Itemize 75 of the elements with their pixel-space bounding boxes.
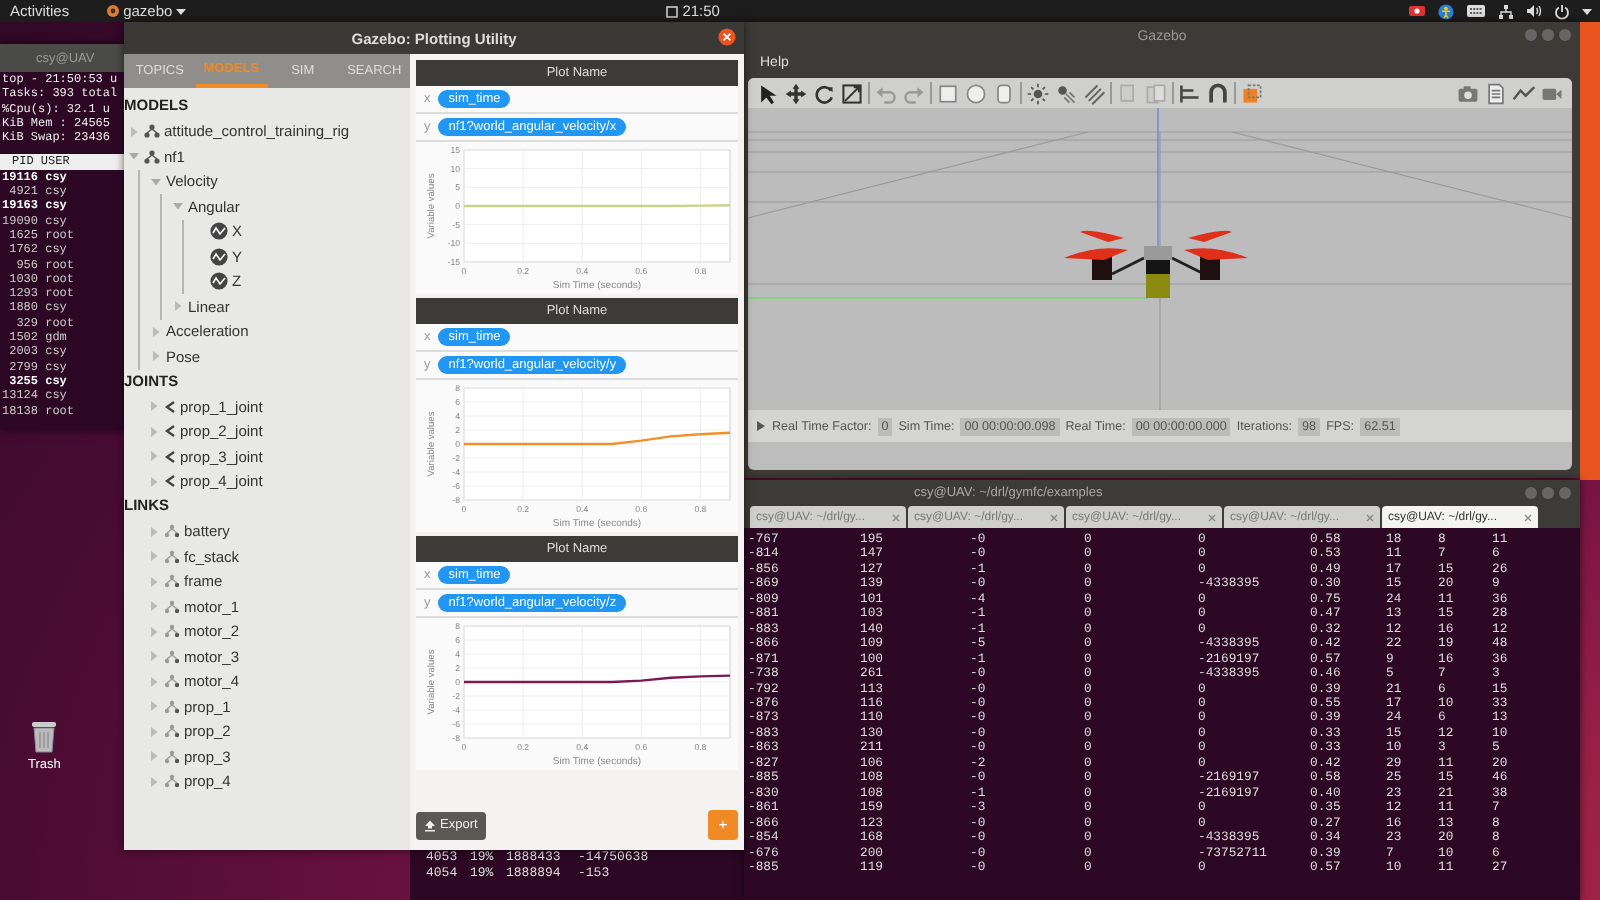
caret-icon[interactable] [1582,7,1592,15]
collapsed-arrow-icon[interactable] [148,600,160,613]
select-arrow-icon[interactable] [756,81,780,105]
hierarchy-icon [164,674,180,689]
hierarchy-icon [164,699,180,714]
rotate-icon[interactable] [812,81,836,105]
sun-icon[interactable] [1026,81,1050,105]
plot-icon[interactable] [210,272,228,291]
collapsed-arrow-icon[interactable] [150,350,162,363]
collapsed-arrow-icon[interactable] [148,725,160,738]
hierarchy-icon [164,774,180,789]
drone-drawing[interactable] [1064,230,1248,298]
scale-icon[interactable] [840,81,864,105]
align-icon[interactable] [1178,81,1202,105]
collapsed-arrow-icon[interactable] [148,625,160,638]
magnet-icon[interactable] [1206,81,1230,105]
copy-icon[interactable] [1116,81,1140,105]
accessibility-icon[interactable] [1438,3,1454,19]
plot-icon[interactable] [210,222,228,241]
collapsed-arrow-icon[interactable] [148,400,160,413]
window-buttons-icon[interactable] [1524,486,1572,500]
hierarchy-icon [164,574,180,589]
collapsed-arrow-icon[interactable] [148,775,160,788]
expanded-arrow-icon[interactable] [150,175,162,188]
hierarchy-icon [164,599,180,614]
collapsed-arrow-icon[interactable] [148,450,160,463]
screen-recording-icon[interactable] [1408,4,1426,18]
collapsed-arrow-icon[interactable] [172,300,184,313]
calendar-icon [666,5,679,17]
hierarchy-icon [164,724,180,739]
plot-line-icon[interactable] [1512,81,1536,105]
collapsed-arrow-icon[interactable] [148,525,160,538]
volume-icon[interactable] [1526,4,1542,18]
cylinder-icon[interactable] [992,81,1016,105]
expanded-arrow-icon[interactable] [128,150,140,163]
keyboard-icon[interactable] [1466,4,1486,18]
collapsed-arrow-icon[interactable] [148,700,160,713]
collapsed-arrow-icon[interactable] [148,675,160,688]
app-icon [105,4,120,18]
play-icon[interactable] [756,420,766,432]
trash-icon[interactable] [30,720,59,754]
collapsed-arrow-icon[interactable] [128,125,140,138]
collapsed-arrow-icon[interactable] [148,650,160,663]
hierarchy-icon [144,149,160,164]
box-selection-icon[interactable] [1240,81,1264,105]
window-buttons-icon[interactable] [1524,28,1572,42]
network-icon[interactable] [1498,3,1514,19]
paste-icon[interactable] [1144,81,1168,105]
move-icon[interactable] [784,81,808,105]
collapsed-arrow-icon[interactable] [148,550,160,563]
hierarchy-icon [164,749,180,764]
hierarchy-icon [144,124,160,139]
power-icon[interactable] [1554,3,1570,19]
close-icon[interactable] [718,28,736,46]
spot-light-icon[interactable] [1054,81,1078,105]
box-icon[interactable] [936,81,960,105]
directional-light-icon[interactable] [1082,81,1106,105]
plot-icon[interactable] [210,247,228,266]
redo-icon[interactable] [902,81,926,105]
collapsed-arrow-icon[interactable] [148,750,160,763]
undo-icon[interactable] [874,81,898,105]
collapsed-arrow-icon[interactable] [148,425,160,438]
collapsed-arrow-icon[interactable] [148,575,160,588]
expanded-arrow-icon[interactable] [172,200,184,213]
caret-icon[interactable] [176,7,187,15]
document-icon[interactable] [1484,81,1508,105]
hierarchy-icon [164,649,180,664]
hierarchy-icon [164,624,180,639]
upload-icon [424,819,436,831]
camera-icon[interactable] [1456,81,1480,105]
collapsed-arrow-icon[interactable] [148,475,160,488]
collapsed-arrow-icon[interactable] [150,325,162,338]
hierarchy-icon [164,524,180,539]
sphere-icon[interactable] [964,81,988,105]
hierarchy-icon [164,549,180,564]
